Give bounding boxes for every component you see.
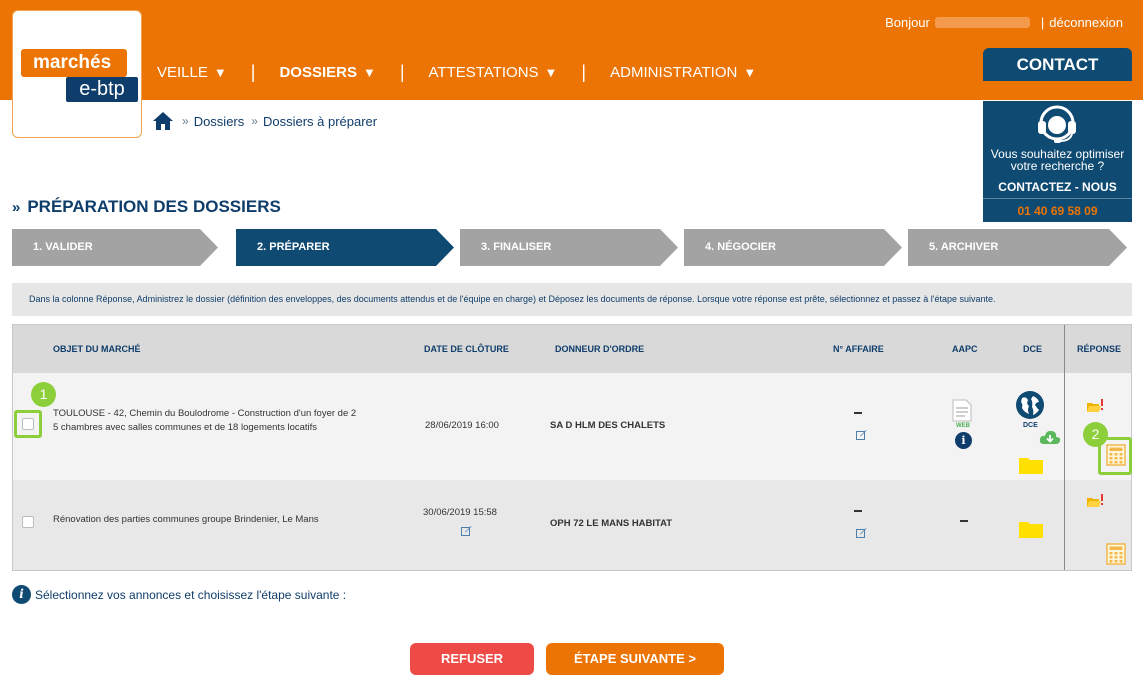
- table-row: Rénovation des parties communes groupe B…: [13, 480, 1131, 570]
- contact-question: Vous souhaitez optimiser votre recherche…: [983, 148, 1132, 172]
- info-icon[interactable]: i: [955, 432, 972, 449]
- nav-separator: |: [250, 61, 256, 82]
- row-aapc-empty: [960, 520, 968, 522]
- dossiers-table: OBJET DU MARCHÉ DATE DE CLÔTURE DONNEUR …: [12, 324, 1132, 571]
- step-archiver[interactable]: 5. ARCHIVER: [908, 229, 1127, 266]
- home-icon[interactable]: [152, 111, 174, 131]
- step-valider-label: 1. VALIDER: [33, 241, 93, 253]
- step-negocier-label: 4. NÉGOCIER: [705, 241, 776, 253]
- row-affaire-empty: [854, 510, 862, 512]
- caret-down-icon: ▼: [362, 64, 376, 80]
- user-greeting: Bonjour | déconnexion: [885, 15, 1123, 30]
- row-donneur: OPH 72 LE MANS HABITAT: [550, 518, 673, 529]
- row-date: 28/06/2019 16:00: [425, 420, 499, 431]
- col-donneur: DONNEUR D'ORDRE: [555, 344, 645, 354]
- info-icon: i: [12, 585, 31, 604]
- row-objet[interactable]: Rénovation des parties communes groupe B…: [53, 514, 319, 525]
- contact-panel[interactable]: Vous souhaitez optimiser votre recherche…: [983, 101, 1132, 222]
- breadcrumb-current: Dossiers à préparer: [262, 113, 378, 129]
- row-checkbox[interactable]: [22, 516, 34, 528]
- aapc-web-label: WEB: [956, 423, 970, 429]
- refuse-button[interactable]: REFUSER: [410, 643, 534, 675]
- edit-icon[interactable]: [461, 525, 472, 536]
- main-nav: VEILLE ▼ | DOSSIERS ▼ | ATTESTATIONS ▼ |…: [157, 60, 756, 84]
- step-finaliser[interactable]: 3. FINALISER: [460, 229, 678, 266]
- process-steps: 1. VALIDER 2. PRÉPARER 3. FINALISER 4. N…: [12, 229, 1127, 266]
- page-title: » PRÉPARATION DES DOSSIERS: [12, 197, 281, 217]
- breadcrumb: » Dossiers » Dossiers à préparer: [152, 111, 384, 131]
- contact-phone[interactable]: 01 40 69 58 09: [983, 198, 1132, 222]
- step-negocier[interactable]: 4. NÉGOCIER: [684, 229, 902, 266]
- nav-administration-label: ADMINISTRATION: [610, 63, 738, 81]
- chevron-right-icon: »: [251, 114, 258, 128]
- caret-down-icon: ▼: [544, 64, 558, 80]
- row-objet-line2: 5 chambres avec salles communes et de 18…: [53, 422, 318, 433]
- chevron-right-icon: »: [182, 114, 189, 128]
- nav-separator: |: [581, 61, 587, 82]
- cloud-download-icon[interactable]: [1039, 429, 1061, 445]
- col-affaire: N° AFFAIRE: [833, 344, 884, 354]
- col-aapc: AAPC: [952, 344, 978, 354]
- annotation-badge-2: 2: [1083, 422, 1108, 447]
- edit-icon[interactable]: [856, 429, 867, 440]
- row-objet[interactable]: TOULOUSE - 42, Chemin du Boulodrome - Co…: [53, 407, 356, 435]
- contact-button[interactable]: CONTACT: [983, 48, 1132, 81]
- contact-question-line2: votre recherche ?: [1010, 159, 1105, 173]
- greeting-separator: |: [1040, 15, 1045, 30]
- row-donneur: SA D HLM DES CHALETS: [550, 420, 666, 431]
- dce-label: DCE: [1023, 422, 1038, 429]
- folder-icon[interactable]: [1019, 456, 1043, 474]
- page-title-text: PRÉPARATION DES DOSSIERS: [27, 197, 281, 216]
- step-finaliser-label: 3. FINALISER: [481, 241, 552, 253]
- contact-cta[interactable]: CONTACTEZ - NOUS: [983, 180, 1132, 194]
- caret-down-icon: ▼: [213, 64, 227, 80]
- logout-link[interactable]: déconnexion: [1049, 15, 1123, 30]
- table-header: OBJET DU MARCHÉ DATE DE CLÔTURE DONNEUR …: [13, 325, 1131, 373]
- redacted-username: [934, 17, 1030, 28]
- double-chevron-icon: »: [12, 198, 21, 216]
- instructions-strip: Dans la colonne Réponse, Administrez le …: [12, 283, 1132, 316]
- caret-down-icon: ▼: [743, 64, 757, 80]
- row-objet-line1: TOULOUSE - 42, Chemin du Boulodrome - Co…: [53, 408, 357, 419]
- step-valider[interactable]: 1. VALIDER: [12, 229, 218, 266]
- selection-hint-text: Sélectionnez vos annonces et choisissez …: [35, 587, 347, 602]
- nav-attestations-label: ATTESTATIONS: [428, 63, 539, 81]
- col-dce: DCE: [1023, 344, 1043, 354]
- step-preparer[interactable]: 2. PRÉPARER: [236, 229, 454, 266]
- nav-administration[interactable]: ADMINISTRATION ▼: [610, 64, 756, 81]
- next-step-button[interactable]: ÉTAPE SUIVANTE >: [546, 643, 724, 675]
- col-objet: OBJET DU MARCHÉ: [53, 344, 141, 354]
- breadcrumb-dossiers[interactable]: Dossiers: [194, 114, 245, 129]
- nav-separator: |: [399, 61, 405, 82]
- row-affaire-empty: [854, 412, 862, 414]
- nav-dossiers[interactable]: DOSSIERS ▼: [279, 64, 375, 81]
- folder-icon[interactable]: [1019, 520, 1043, 538]
- highlight-checkbox: [14, 410, 42, 438]
- nav-dossiers-label: DOSSIERS: [279, 63, 357, 81]
- selection-hint: i Sélectionnez vos annonces et choisisse…: [12, 585, 346, 604]
- nav-veille-label: VEILLE: [157, 63, 208, 81]
- step-preparer-label: 2. PRÉPARER: [257, 241, 330, 253]
- globe-icon[interactable]: [1015, 390, 1045, 420]
- logo-marches: marchés: [21, 49, 127, 77]
- headset-icon: [1038, 105, 1076, 143]
- step-archiver-label: 5. ARCHIVER: [929, 241, 999, 253]
- nav-attestations[interactable]: ATTESTATIONS ▼: [429, 64, 558, 81]
- nav-veille[interactable]: VEILLE ▼: [157, 64, 227, 81]
- row-date: 30/06/2019 15:58: [423, 507, 497, 518]
- logo-ebtp: e-btp: [66, 77, 138, 102]
- edit-icon[interactable]: [856, 527, 867, 538]
- col-date: DATE DE CLÔTURE: [424, 344, 509, 354]
- annotation-badge-1: 1: [31, 382, 56, 407]
- greeting-text: Bonjour: [885, 15, 930, 30]
- table-row: TOULOUSE - 42, Chemin du Boulodrome - Co…: [13, 373, 1131, 480]
- logo[interactable]: marchés e-btp: [12, 10, 142, 138]
